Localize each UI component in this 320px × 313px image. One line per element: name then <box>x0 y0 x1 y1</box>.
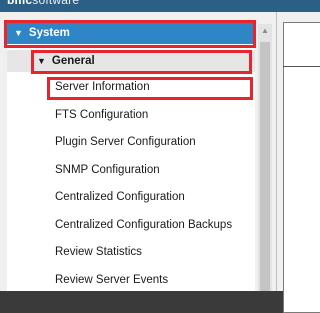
expand-arrow-icon[interactable]: ▼ <box>14 22 23 44</box>
bmc-logo: bmcsoftware <box>7 0 80 7</box>
content-divider <box>283 66 320 67</box>
navigation-tree: ▼ System ▼ General Server Information FTS … <box>7 22 255 291</box>
nav-item-plugin-server-configuration[interactable]: Plugin Server Configuration <box>7 131 255 153</box>
scroll-up-arrow-icon[interactable]: ▲ <box>258 24 272 38</box>
nav-section-label: System <box>28 27 70 39</box>
nav-scrollbar[interactable]: ▲ <box>258 24 272 291</box>
nav-subsection-general[interactable]: ▼ General <box>7 50 255 72</box>
app-header: bmcsoftware <box>0 0 320 12</box>
nav-item-review-statistics[interactable]: Review Statistics <box>7 241 255 263</box>
navigation-pane: ▼ System ▼ General Server Information FTS … <box>0 12 276 291</box>
nav-item-server-information[interactable]: Server Information <box>7 76 255 98</box>
nav-item-centralized-configuration[interactable]: Centralized Configuration <box>7 186 255 208</box>
content-pane <box>276 12 320 313</box>
nav-item-centralized-configuration-backups[interactable]: Centralized Configuration Backups <box>7 214 255 236</box>
expand-arrow-icon[interactable]: ▼ <box>37 50 46 72</box>
nav-item-fts-configuration[interactable]: FTS Configuration <box>7 104 255 126</box>
nav-section-system[interactable]: ▼ System <box>7 22 255 44</box>
scrollbar-thumb[interactable] <box>260 42 270 291</box>
nav-subsection-label: General <box>51 55 95 67</box>
nav-item-snmp-configuration[interactable]: SNMP Configuration <box>7 159 255 181</box>
nav-item-review-server-events[interactable]: Review Server Events <box>7 269 255 291</box>
